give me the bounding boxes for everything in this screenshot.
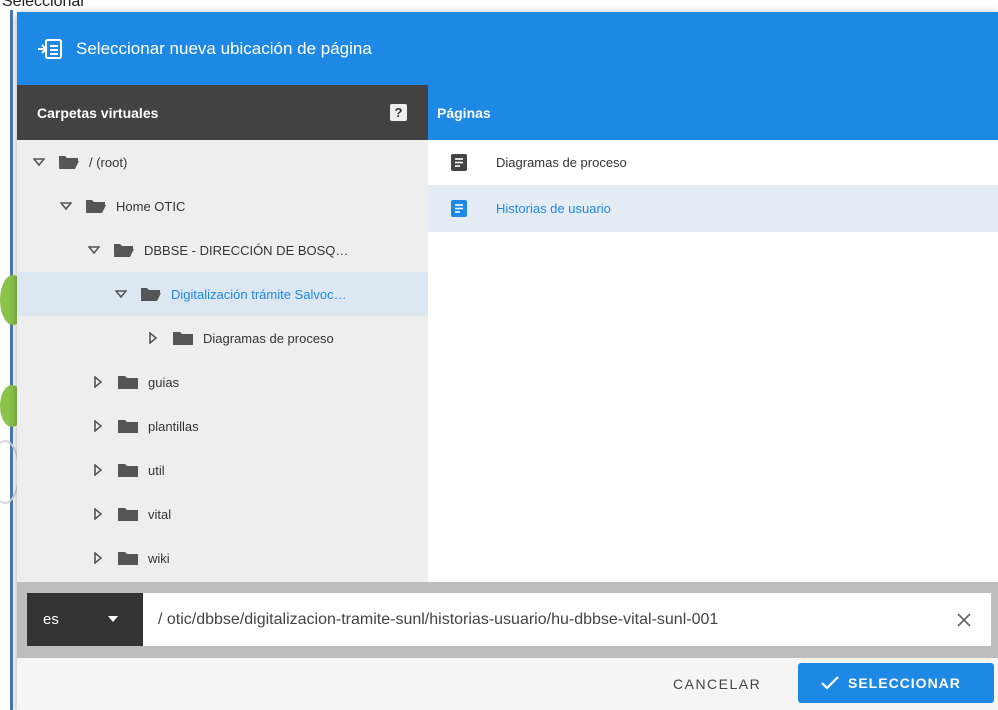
background-page-title: Seleccionar — [2, 0, 86, 10]
folder-tree-item[interactable]: Diagramas de proceso — [17, 316, 428, 360]
folder-icon — [118, 508, 138, 521]
dialog-header: Seleccionar nueva ubicación de página — [17, 12, 998, 85]
caret-down-icon[interactable] — [88, 244, 100, 256]
document-icon — [451, 154, 467, 171]
folder-tree-item[interactable]: wiki — [17, 536, 428, 580]
virtual-folders-panel: Carpetas virtuales ? / (root) Home OTIC DB… — [17, 85, 428, 582]
pages-panel: Páginas Diagramas de proceso Historias de… — [428, 85, 998, 582]
caret-down-icon[interactable] — [33, 156, 45, 168]
folder-tree-item-label: wiki — [148, 550, 170, 566]
folder-open-icon — [59, 156, 79, 169]
folder-tree-item[interactable]: Home OTIC — [17, 184, 428, 228]
caret-right-icon[interactable] — [92, 464, 104, 476]
help-button[interactable]: ? — [390, 104, 407, 121]
folder-tree-item-label: vital — [148, 506, 172, 522]
virtual-folders-title: Carpetas virtuales — [37, 104, 159, 121]
folder-tree-item[interactable]: guias — [17, 360, 428, 404]
caret-down-icon[interactable] — [60, 200, 72, 212]
caret-right-icon[interactable] — [92, 420, 104, 432]
path-field — [143, 593, 991, 646]
select-button[interactable]: SELECCIONAR — [798, 663, 994, 703]
caret-right-icon[interactable] — [92, 508, 104, 520]
pages-header: Páginas — [428, 85, 998, 140]
folder-open-icon — [141, 288, 161, 301]
check-icon — [821, 676, 839, 690]
folder-tree-item-label: DBBSE - DIRECCIÓN DE BOSQUES, BI... — [144, 242, 354, 258]
folder-tree-item[interactable]: / (root) — [17, 140, 428, 184]
folder-tree-item[interactable]: vital — [17, 492, 428, 536]
page-list-item[interactable]: Historias de usuario — [428, 186, 998, 232]
page-list-item-label: Historias de usuario — [496, 201, 611, 216]
folder-icon — [118, 464, 138, 477]
folder-icon — [118, 376, 138, 389]
folder-icon — [118, 420, 138, 433]
page-list-item-label: Diagramas de proceso — [496, 155, 627, 170]
close-icon[interactable] — [955, 611, 973, 629]
select-button-label: SELECCIONAR — [848, 675, 961, 691]
document-icon — [451, 200, 467, 217]
folder-tree-item[interactable]: Digitalización trámite Salvocondu... — [17, 272, 428, 316]
caret-right-icon[interactable] — [92, 376, 104, 388]
caret-right-icon[interactable] — [92, 552, 104, 564]
virtual-folders-header: Carpetas virtuales ? — [17, 85, 428, 140]
move-to-icon — [38, 38, 62, 59]
path-bar: es — [17, 582, 998, 658]
path-input[interactable] — [156, 609, 940, 630]
folder-tree-item-label: Digitalización trámite Salvocondu... — [171, 286, 351, 302]
folder-icon — [118, 552, 138, 565]
pages-title: Páginas — [437, 104, 491, 121]
cancel-button[interactable]: CANCELAR — [673, 676, 761, 692]
locale-value: es — [43, 611, 59, 628]
folder-tree-item[interactable]: util — [17, 448, 428, 492]
caret-down-icon — [108, 616, 118, 622]
folder-tree-item-label: Home OTIC — [116, 198, 186, 214]
dialog-title: Seleccionar nueva ubicación de página — [76, 38, 372, 58]
background-accent-line — [10, 10, 13, 710]
folder-tree-item-label: util — [148, 462, 165, 478]
folder-tree-item[interactable]: DBBSE - DIRECCIÓN DE BOSQUES, BI... — [17, 228, 428, 272]
folder-tree-item[interactable]: plantillas — [17, 404, 428, 448]
dialog-footer: CANCELAR SELECCIONAR — [17, 658, 998, 710]
folder-tree-item-label: plantillas — [148, 418, 199, 434]
caret-right-icon[interactable] — [147, 332, 159, 344]
folder-icon — [173, 332, 193, 345]
folder-tree-item-label: / (root) — [89, 154, 128, 170]
select-location-dialog: Seleccionar nueva ubicación de página Ca… — [17, 12, 998, 710]
page-list-item[interactable]: Diagramas de proceso — [428, 140, 998, 186]
folder-tree-item-label: guias — [148, 374, 180, 390]
folder-open-icon — [86, 200, 106, 213]
folder-tree-item-label: Diagramas de proceso — [203, 330, 334, 346]
folder-open-icon — [114, 244, 134, 257]
caret-down-icon[interactable] — [115, 288, 127, 300]
locale-select[interactable]: es — [27, 593, 143, 646]
